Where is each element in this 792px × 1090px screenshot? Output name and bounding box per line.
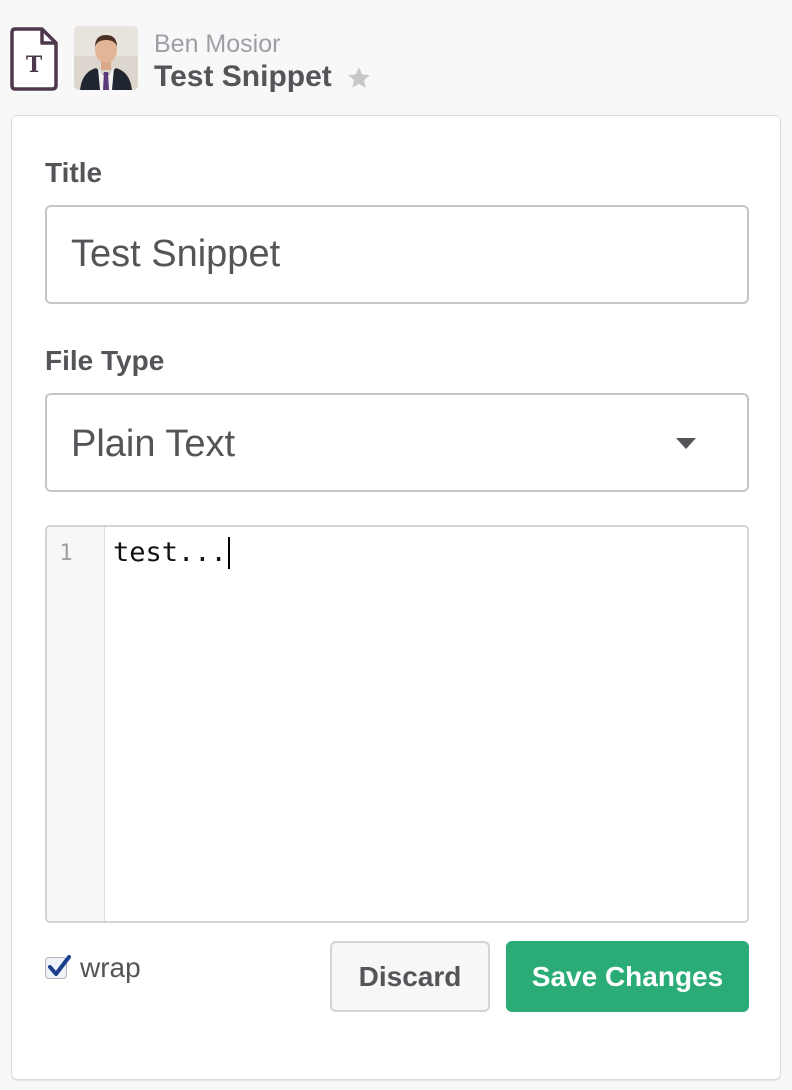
title-input[interactable] [45, 205, 749, 304]
wrap-label: wrap [80, 952, 141, 983]
wrap-toggle[interactable]: wrap [45, 952, 141, 984]
file-type-value: Plain Text [71, 423, 236, 465]
wrap-checkbox[interactable] [45, 955, 71, 979]
snippet-edit-form: Title File Type Plain Text 1 test... wra… [11, 115, 781, 1080]
save-changes-button[interactable]: Save Changes [506, 941, 749, 1012]
checkmark-icon [48, 955, 71, 976]
file-type-label: File Type [45, 345, 165, 376]
title-label: Title [45, 157, 103, 188]
code-line[interactable]: test... [113, 537, 230, 569]
line-number: 1 [59, 541, 73, 566]
file-icon-letter: T [26, 52, 43, 78]
discard-button[interactable]: Discard [330, 941, 490, 1012]
code-editor[interactable]: 1 test... [45, 525, 749, 923]
avatar[interactable] [74, 26, 138, 90]
text-file-icon: T [9, 26, 59, 92]
snippet-header: T Ben Mosior Test Snippet [0, 0, 792, 112]
snippet-title: Test Snippet [154, 59, 372, 95]
text-cursor [227, 537, 230, 569]
star-icon[interactable] [346, 64, 372, 90]
file-type-select[interactable]: Plain Text [45, 393, 749, 492]
snippet-title-text: Test Snippet [154, 60, 332, 93]
author-name[interactable]: Ben Mosior [154, 29, 280, 59]
caret-down-icon [675, 437, 697, 450]
line-gutter: 1 [47, 527, 105, 921]
code-line-text: test... [113, 537, 227, 568]
